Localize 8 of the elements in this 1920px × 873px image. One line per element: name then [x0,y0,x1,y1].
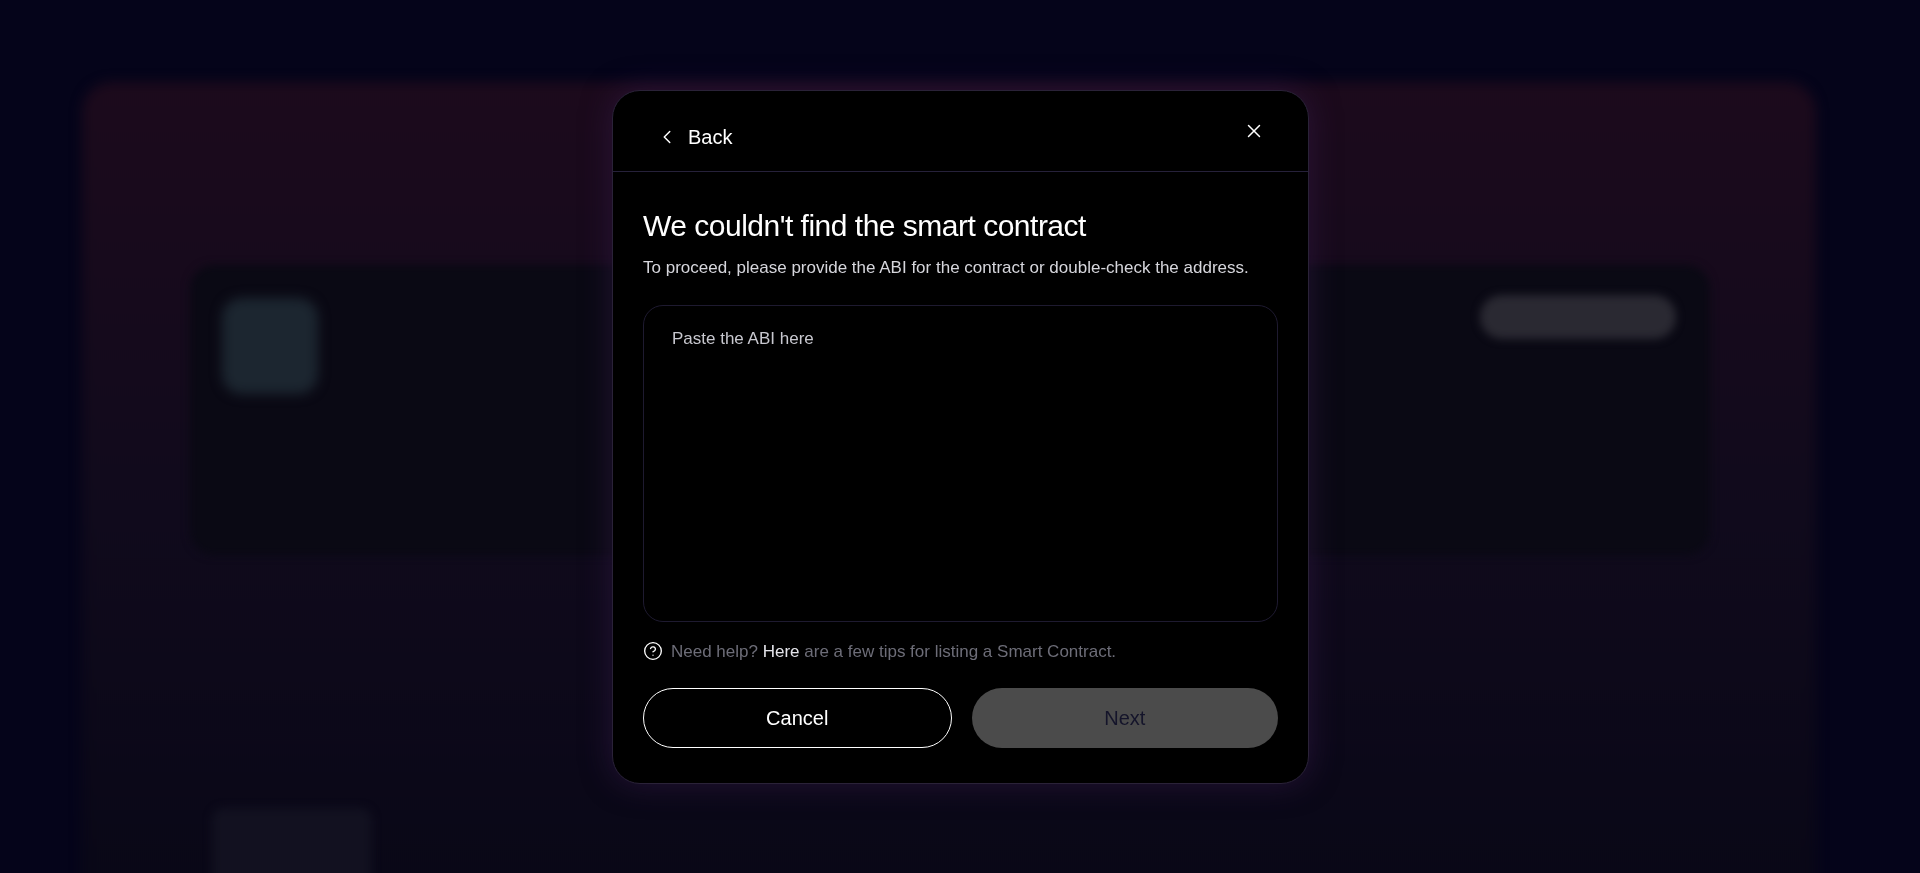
back-button[interactable]: Back [656,122,733,152]
help-text: Need help? Here are a few tips for listing a Smart Contract. [671,640,1117,663]
help-icon [643,641,663,662]
help-link[interactable]: Here [762,641,800,661]
dialog-title: We couldn't find the smart contract [643,208,1087,244]
cancel-button[interactable]: Cancel [643,688,952,748]
abi-input-field[interactable]: Paste the ABI here [643,304,1278,622]
dialog-subtitle: To proceed, please provide the ABI for the contract or double-check the address. [643,257,1250,279]
